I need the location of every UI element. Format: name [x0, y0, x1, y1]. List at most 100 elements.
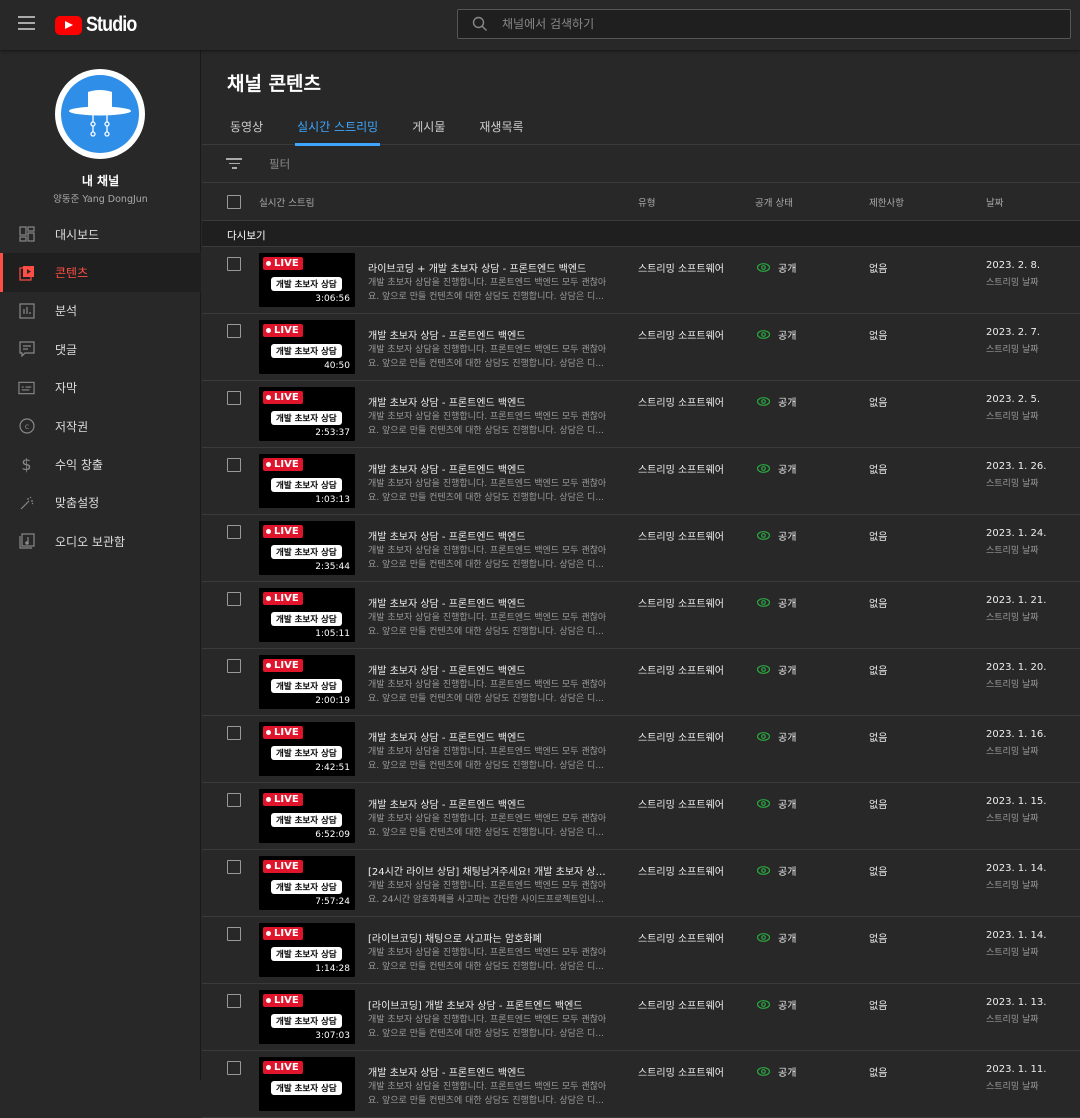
row-checkbox[interactable]: [227, 257, 241, 271]
row-checkbox[interactable]: [227, 458, 241, 472]
sidebar-item-analytics[interactable]: 분석: [0, 292, 201, 330]
column-type[interactable]: 유형: [638, 195, 655, 209]
video-title[interactable]: 개발 초보자 상담 - 프론트엔드 백엔드: [368, 729, 613, 744]
visibility-dropdown[interactable]: 공개: [757, 997, 796, 1012]
row-checkbox[interactable]: [227, 324, 241, 338]
column-restrictions[interactable]: 제한사항: [869, 195, 904, 209]
thumbnail-caption: 개발 초보자 상담: [271, 947, 342, 961]
sidebar-item-content[interactable]: 콘텐츠: [0, 253, 201, 293]
column-date[interactable]: 날짜: [986, 195, 1003, 209]
date-caption: 스트리밍 날짜: [986, 546, 1039, 556]
sidebar-item-magic-wand[interactable]: 맞춤설정: [0, 484, 201, 522]
visibility-dropdown[interactable]: 공개: [757, 930, 796, 945]
video-title[interactable]: [라이브코딩] 개발 초보자 상담 - 프론트엔드 백엔드: [368, 997, 613, 1012]
table-row[interactable]: LIVE 개발 초보자 상담 2:35:44 개발 초보자 상담 - 프론트엔드…: [202, 515, 1080, 582]
filter-input[interactable]: 필터: [269, 156, 290, 172]
date-caption: 스트리밍 날짜: [986, 747, 1039, 757]
tab-live[interactable]: 실시간 스트리밍: [295, 106, 381, 146]
video-title[interactable]: 개발 초보자 상담 - 프론트엔드 백엔드: [368, 327, 613, 342]
table-row[interactable]: LIVE 개발 초보자 상담 7:57:24 [24시간 라이브 상담] 채팅남…: [202, 850, 1080, 917]
sidebar-item-copyright[interactable]: c 저작권: [0, 407, 201, 445]
visibility-label: 공개: [778, 666, 797, 677]
visibility-dropdown[interactable]: 공개: [757, 863, 796, 878]
video-thumbnail[interactable]: LIVE 개발 초보자 상담 3:06:56: [259, 253, 355, 307]
column-stream[interactable]: 실시간 스트림: [259, 195, 314, 209]
row-checkbox[interactable]: [227, 994, 241, 1008]
visibility-dropdown[interactable]: 공개: [757, 327, 796, 342]
table-row[interactable]: LIVE 개발 초보자 상담 40:50 개발 초보자 상담 - 프론트엔드 백…: [202, 314, 1080, 381]
tab-videos[interactable]: 동영상: [230, 106, 263, 145]
hamburger-menu-icon[interactable]: [18, 16, 35, 30]
table-row[interactable]: LIVE 개발 초보자 상담 2:00:19 개발 초보자 상담 - 프론트엔드…: [202, 649, 1080, 716]
video-thumbnail[interactable]: LIVE 개발 초보자 상담 2:35:44: [259, 521, 355, 575]
table-row[interactable]: LIVE 개발 초보자 상담 3:07:03 [라이브코딩] 개발 초보자 상담…: [202, 984, 1080, 1051]
search-box[interactable]: [457, 9, 1071, 39]
row-checkbox[interactable]: [227, 659, 241, 673]
visibility-dropdown[interactable]: 공개: [757, 1064, 796, 1079]
video-thumbnail[interactable]: LIVE 개발 초보자 상담 2:00:19: [259, 655, 355, 709]
table-row[interactable]: LIVE 개발 초보자 상담 3:06:56 라이브코딩 + 개발 초보자 상담…: [202, 247, 1080, 314]
visibility-dropdown[interactable]: 공개: [757, 796, 796, 811]
select-all-checkbox[interactable]: [227, 195, 241, 209]
video-thumbnail[interactable]: LIVE 개발 초보자 상담 1:14:28: [259, 923, 355, 977]
video-thumbnail[interactable]: LIVE 개발 초보자 상담: [259, 1057, 355, 1111]
row-checkbox[interactable]: [227, 860, 241, 874]
stream-type: 스트리밍 소프트웨어: [638, 733, 724, 744]
video-title[interactable]: 개발 초보자 상담 - 프론트엔드 백엔드: [368, 461, 613, 476]
video-title[interactable]: 개발 초보자 상담 - 프론트엔드 백엔드: [368, 662, 613, 677]
visibility-dropdown[interactable]: 공개: [757, 394, 796, 409]
visibility-dropdown[interactable]: 공개: [757, 729, 796, 744]
table-row[interactable]: LIVE 개발 초보자 상담 2:42:51 개발 초보자 상담 - 프론트엔드…: [202, 716, 1080, 783]
channel-avatar[interactable]: [55, 69, 145, 159]
stream-date: 2023. 2. 7.: [986, 327, 1041, 338]
video-thumbnail[interactable]: LIVE 개발 초보자 상담 2:42:51: [259, 722, 355, 776]
row-checkbox[interactable]: [227, 793, 241, 807]
row-checkbox[interactable]: [227, 927, 241, 941]
video-title[interactable]: 개발 초보자 상담 - 프론트엔드 백엔드: [368, 394, 613, 409]
video-thumbnail[interactable]: LIVE 개발 초보자 상담 6:52:09: [259, 789, 355, 843]
visibility-dropdown[interactable]: 공개: [757, 260, 796, 275]
tab-posts[interactable]: 게시물: [412, 106, 445, 145]
table-row[interactable]: LIVE 개발 초보자 상담 개발 초보자 상담 - 프론트엔드 백엔드 개발 …: [202, 1051, 1080, 1118]
table-row[interactable]: LIVE 개발 초보자 상담 6:52:09 개발 초보자 상담 - 프론트엔드…: [202, 783, 1080, 850]
video-title[interactable]: [24시간 라이브 상담] 채팅남겨주세요! 개발 초보자 상담 -...: [368, 863, 613, 878]
video-thumbnail[interactable]: LIVE 개발 초보자 상담 1:05:11: [259, 588, 355, 642]
video-thumbnail[interactable]: LIVE 개발 초보자 상담 1:03:13: [259, 454, 355, 508]
video-title[interactable]: 개발 초보자 상담 - 프론트엔드 백엔드: [368, 528, 613, 543]
video-thumbnail[interactable]: LIVE 개발 초보자 상담 7:57:24: [259, 856, 355, 910]
video-title[interactable]: [라이브코딩] 채팅으로 사고파는 암호화폐: [368, 930, 613, 945]
row-checkbox[interactable]: [227, 525, 241, 539]
sidebar-item-comments[interactable]: 댓글: [0, 330, 201, 368]
sidebar-item-audio-library[interactable]: 오디오 보관함: [0, 522, 201, 560]
row-checkbox[interactable]: [227, 592, 241, 606]
sidebar-item-dollar[interactable]: $ 수익 창출: [0, 445, 201, 483]
visibility-dropdown[interactable]: 공개: [757, 528, 796, 543]
visibility-dropdown[interactable]: 공개: [757, 595, 796, 610]
top-bar: Studio: [0, 0, 1080, 50]
table-row[interactable]: LIVE 개발 초보자 상담 1:05:11 개발 초보자 상담 - 프론트엔드…: [202, 582, 1080, 649]
visibility-dropdown[interactable]: 공개: [757, 662, 796, 677]
video-title[interactable]: 개발 초보자 상담 - 프론트엔드 백엔드: [368, 595, 613, 610]
column-visibility[interactable]: 공개 상태: [755, 195, 793, 209]
video-title[interactable]: 라이브코딩 + 개발 초보자 상담 - 프론트엔드 백엔드: [368, 260, 613, 275]
row-checkbox[interactable]: [227, 1061, 241, 1075]
filter-bar[interactable]: 필터: [202, 145, 1080, 183]
search-input[interactable]: [502, 17, 1002, 31]
video-thumbnail[interactable]: LIVE 개발 초보자 상담 2:53:37: [259, 387, 355, 441]
video-title[interactable]: 개발 초보자 상담 - 프론트엔드 백엔드: [368, 796, 613, 811]
row-checkbox[interactable]: [227, 726, 241, 740]
table-row[interactable]: LIVE 개발 초보자 상담 2:53:37 개발 초보자 상담 - 프론트엔드…: [202, 381, 1080, 448]
table-row[interactable]: LIVE 개발 초보자 상담 1:14:28 [라이브코딩] 채팅으로 사고파는…: [202, 917, 1080, 984]
stream-date: 2023. 1. 11.: [986, 1064, 1047, 1075]
youtube-studio-logo[interactable]: Studio: [55, 13, 145, 37]
sidebar-item-subtitles[interactable]: 자막: [0, 369, 201, 407]
video-title[interactable]: 개발 초보자 상담 - 프론트엔드 백엔드: [368, 1064, 613, 1079]
video-thumbnail[interactable]: LIVE 개발 초보자 상담 3:07:03: [259, 990, 355, 1044]
sidebar-item-dashboard[interactable]: 대시보드: [0, 215, 201, 253]
video-thumbnail[interactable]: LIVE 개발 초보자 상담 40:50: [259, 320, 355, 374]
table-row[interactable]: LIVE 개발 초보자 상담 1:03:13 개발 초보자 상담 - 프론트엔드…: [202, 448, 1080, 515]
filter-icon[interactable]: [226, 155, 242, 172]
visibility-dropdown[interactable]: 공개: [757, 461, 796, 476]
tab-playlists[interactable]: 재생목록: [479, 106, 523, 145]
row-checkbox[interactable]: [227, 391, 241, 405]
